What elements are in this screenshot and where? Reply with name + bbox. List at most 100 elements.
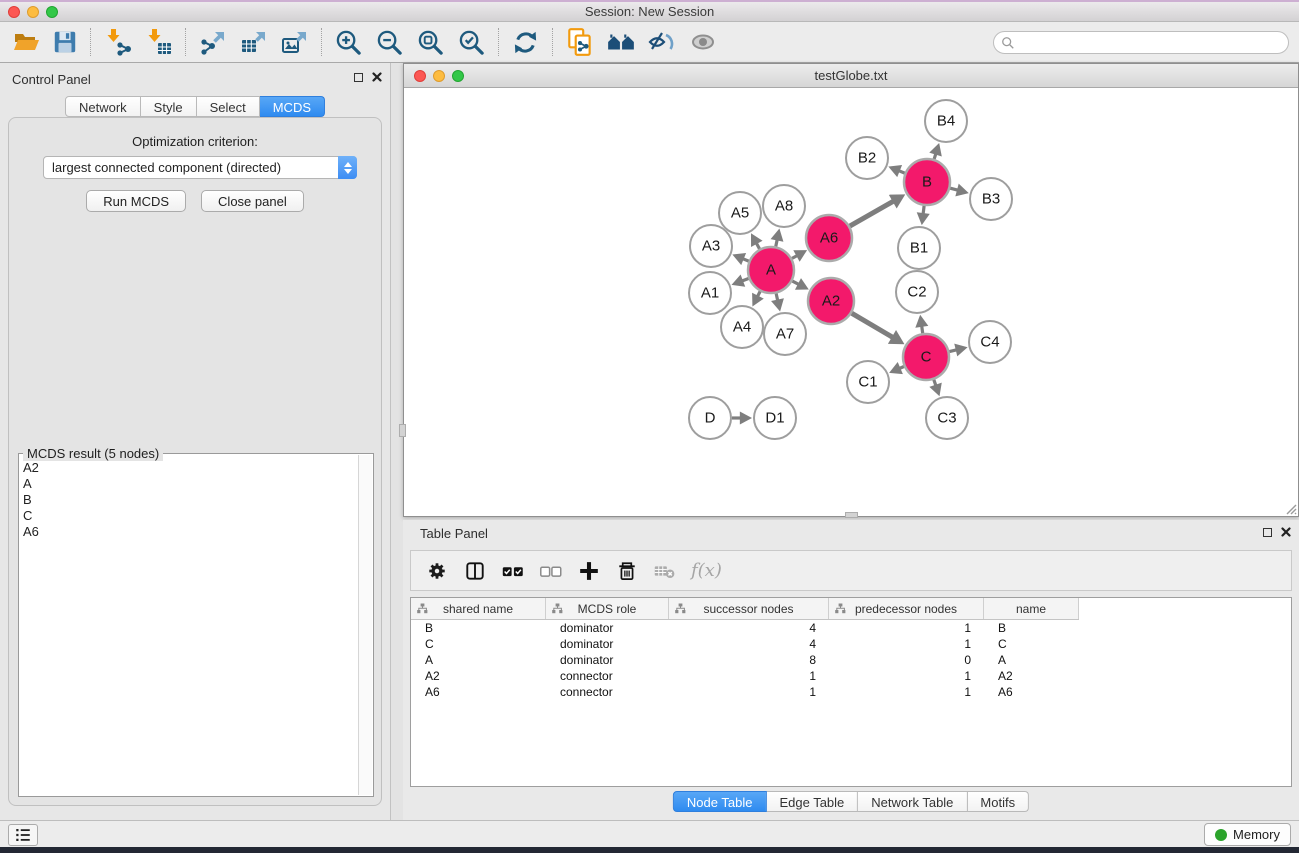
- result-item[interactable]: B: [23, 492, 358, 508]
- export-network-button[interactable]: [192, 25, 233, 59]
- graph-edge[interactable]: [852, 313, 893, 337]
- search-input[interactable]: [1015, 36, 1288, 50]
- result-item[interactable]: A2: [23, 460, 358, 476]
- table-cell[interactable]: 4: [669, 637, 829, 651]
- tab-style[interactable]: Style: [141, 96, 197, 117]
- graph-edge[interactable]: [776, 239, 777, 246]
- column-header-MCDS-role[interactable]: MCDS role: [546, 598, 669, 619]
- table-cell[interactable]: 4: [669, 621, 829, 635]
- table-cell[interactable]: A2: [411, 669, 546, 683]
- resize-grip-icon[interactable]: [1283, 501, 1297, 515]
- result-scrollbar[interactable]: [358, 455, 372, 795]
- graph-edge[interactable]: [742, 278, 749, 280]
- graph-edge[interactable]: [950, 188, 958, 190]
- save-session-button[interactable]: [46, 25, 84, 59]
- table-cell[interactable]: A: [411, 653, 546, 667]
- table-cell[interactable]: 1: [829, 621, 984, 635]
- zoom-in-button[interactable]: [328, 25, 369, 59]
- table-cell[interactable]: 0: [829, 653, 984, 667]
- close-window-button[interactable]: [8, 6, 20, 18]
- show-hide-button[interactable]: [682, 25, 723, 59]
- table-cell[interactable]: 1: [669, 685, 829, 699]
- open-session-button[interactable]: [8, 25, 46, 59]
- close-panel-icon[interactable]: [372, 72, 382, 82]
- tab-node-table[interactable]: Node Table: [673, 791, 767, 812]
- table-cell[interactable]: B: [984, 621, 1079, 635]
- table-cell[interactable]: connector: [546, 669, 669, 683]
- graph-edge[interactable]: [756, 243, 759, 249]
- mcds-result-list[interactable]: A2ABCA6: [23, 460, 358, 794]
- network-minimize-button[interactable]: [433, 70, 445, 82]
- node-table[interactable]: shared nameMCDS rolesuccessor nodesprede…: [410, 597, 1292, 787]
- network-canvas[interactable]: B4B2BB3A8A5A6A3B1AC2A1A2A4A7C4CC1C3DD1: [404, 88, 1298, 517]
- table-cell[interactable]: dominator: [546, 653, 669, 667]
- table-cell[interactable]: 1: [829, 637, 984, 651]
- tab-edge-table[interactable]: Edge Table: [766, 791, 858, 812]
- splitter-handle-horizontal[interactable]: [845, 512, 858, 518]
- float-panel-icon[interactable]: [354, 73, 363, 82]
- network-canvas-container[interactable]: B4B2BB3A8A5A6A3B1AC2A1A2A4A7C4CC1C3DD1: [404, 88, 1298, 516]
- graph-edge[interactable]: [949, 350, 956, 352]
- graph-edge[interactable]: [922, 326, 923, 333]
- refresh-layout-button[interactable]: [505, 25, 546, 59]
- table-cell[interactable]: 1: [829, 669, 984, 683]
- network-close-button[interactable]: [414, 70, 426, 82]
- network-maximize-button[interactable]: [452, 70, 464, 82]
- table-cell[interactable]: B: [411, 621, 546, 635]
- zoom-selected-button[interactable]: [451, 25, 492, 59]
- result-item[interactable]: C: [23, 508, 358, 524]
- graphics-details-button[interactable]: [641, 25, 682, 59]
- optimization-criterion-select[interactable]: largest connected component (directed): [43, 156, 357, 179]
- memory-button[interactable]: Memory: [1204, 823, 1291, 846]
- create-column-button[interactable]: [575, 557, 603, 585]
- maximize-window-button[interactable]: [46, 6, 58, 18]
- zoom-out-button[interactable]: [369, 25, 410, 59]
- graph-edge[interactable]: [776, 293, 778, 300]
- column-header-shared-name[interactable]: shared name: [411, 598, 546, 619]
- tab-select[interactable]: Select: [197, 96, 260, 117]
- select-all-rows-button[interactable]: [499, 557, 527, 585]
- deselect-all-rows-button[interactable]: [537, 557, 565, 585]
- table-row[interactable]: Cdominator41C: [411, 636, 1291, 652]
- table-row[interactable]: Adominator80A: [411, 652, 1291, 668]
- column-header-successor-nodes[interactable]: successor nodes: [669, 598, 829, 619]
- search-box[interactable]: [993, 31, 1289, 54]
- import-table-button[interactable]: [138, 25, 179, 59]
- table-cell[interactable]: 1: [829, 685, 984, 699]
- network-window-titlebar[interactable]: testGlobe.txt: [404, 64, 1298, 88]
- export-table-button[interactable]: [233, 25, 274, 59]
- export-image-button[interactable]: [274, 25, 315, 59]
- tab-mcds[interactable]: MCDS: [260, 96, 325, 117]
- graph-edge[interactable]: [923, 206, 924, 214]
- table-cell[interactable]: A6: [984, 685, 1079, 699]
- result-item[interactable]: A6: [23, 524, 358, 540]
- table-cell[interactable]: C: [984, 637, 1079, 651]
- table-cell[interactable]: connector: [546, 685, 669, 699]
- table-cell[interactable]: C: [411, 637, 546, 651]
- float-table-panel-icon[interactable]: [1263, 528, 1272, 537]
- close-table-panel-icon[interactable]: [1281, 527, 1291, 537]
- tab-network-table[interactable]: Network Table: [858, 791, 967, 812]
- table-cell[interactable]: dominator: [546, 637, 669, 651]
- column-header-name[interactable]: name: [984, 598, 1079, 619]
- graph-edge[interactable]: [850, 201, 894, 226]
- table-row[interactable]: Bdominator41B: [411, 620, 1291, 636]
- first-neighbors-button[interactable]: [600, 25, 641, 59]
- clone-network-button[interactable]: [559, 25, 600, 59]
- table-cell[interactable]: 8: [669, 653, 829, 667]
- table-cell[interactable]: A: [984, 653, 1079, 667]
- import-network-button[interactable]: [97, 25, 138, 59]
- table-cell[interactable]: dominator: [546, 621, 669, 635]
- delete-column-button[interactable]: [613, 557, 641, 585]
- tab-motifs[interactable]: Motifs: [967, 791, 1029, 812]
- minimize-window-button[interactable]: [27, 6, 39, 18]
- show-columns-button[interactable]: [461, 557, 489, 585]
- task-history-button[interactable]: [8, 824, 38, 846]
- table-settings-button[interactable]: [423, 557, 451, 585]
- table-cell[interactable]: A6: [411, 685, 546, 699]
- result-item[interactable]: A: [23, 476, 358, 492]
- column-header-predecessor-nodes[interactable]: predecessor nodes: [829, 598, 984, 619]
- close-panel-button[interactable]: Close panel: [201, 190, 304, 212]
- table-row[interactable]: A2connector11A2: [411, 668, 1291, 684]
- table-cell[interactable]: A2: [984, 669, 1079, 683]
